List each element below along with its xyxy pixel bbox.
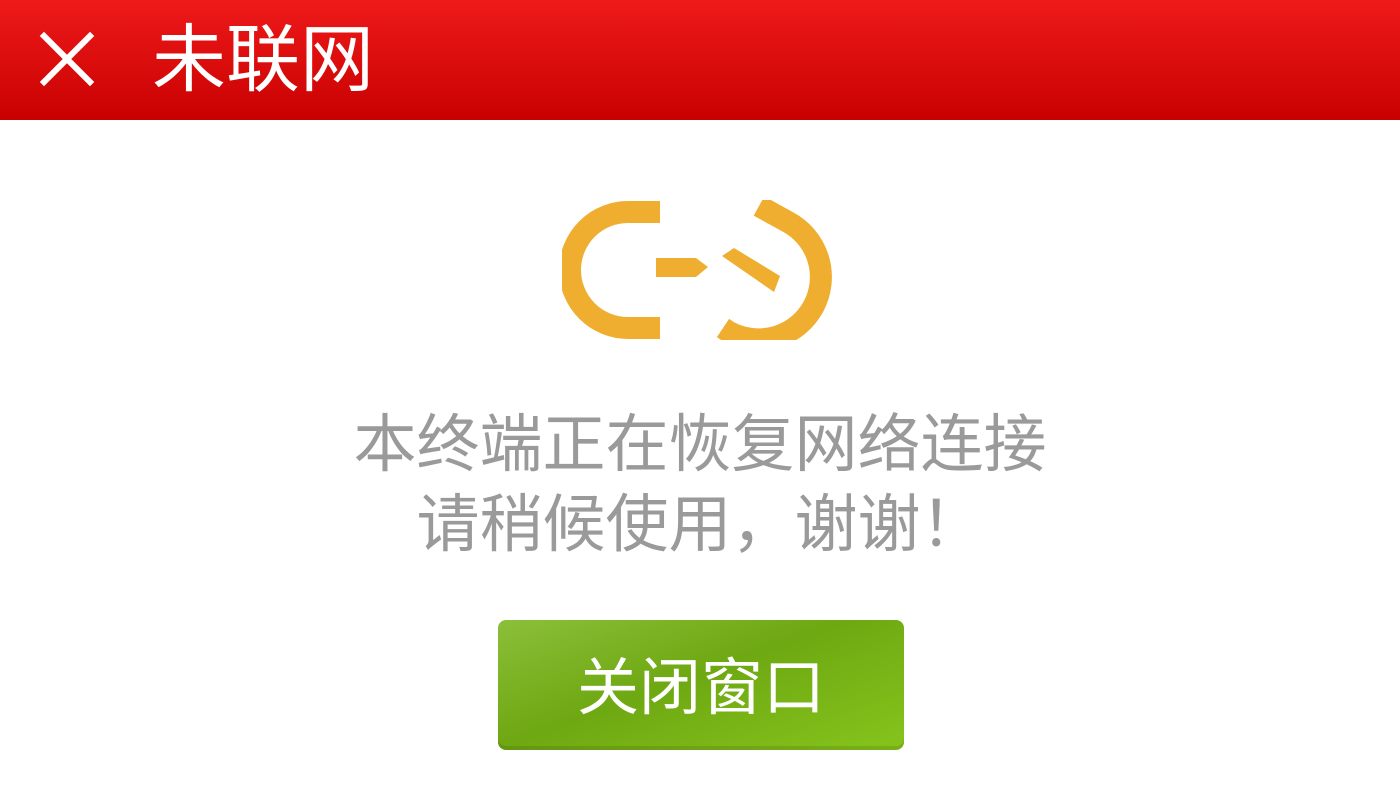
close-icon[interactable]	[28, 20, 106, 98]
content-area: 本终端正在恢复网络连接 请稍候使用，谢谢！ 关闭窗口	[0, 120, 1400, 800]
broken-link-icon	[562, 200, 840, 340]
status-message: 本终端正在恢复网络连接 请稍候使用，谢谢！	[0, 405, 1400, 565]
top-bar: 未联网	[0, 0, 1400, 120]
status-message-line1: 本终端正在恢复网络连接	[353, 408, 1047, 481]
status-message-line2: 请稍候使用，谢谢！	[416, 488, 984, 561]
page-title: 未联网	[152, 17, 374, 103]
close-window-button[interactable]: 关闭窗口	[498, 620, 904, 750]
